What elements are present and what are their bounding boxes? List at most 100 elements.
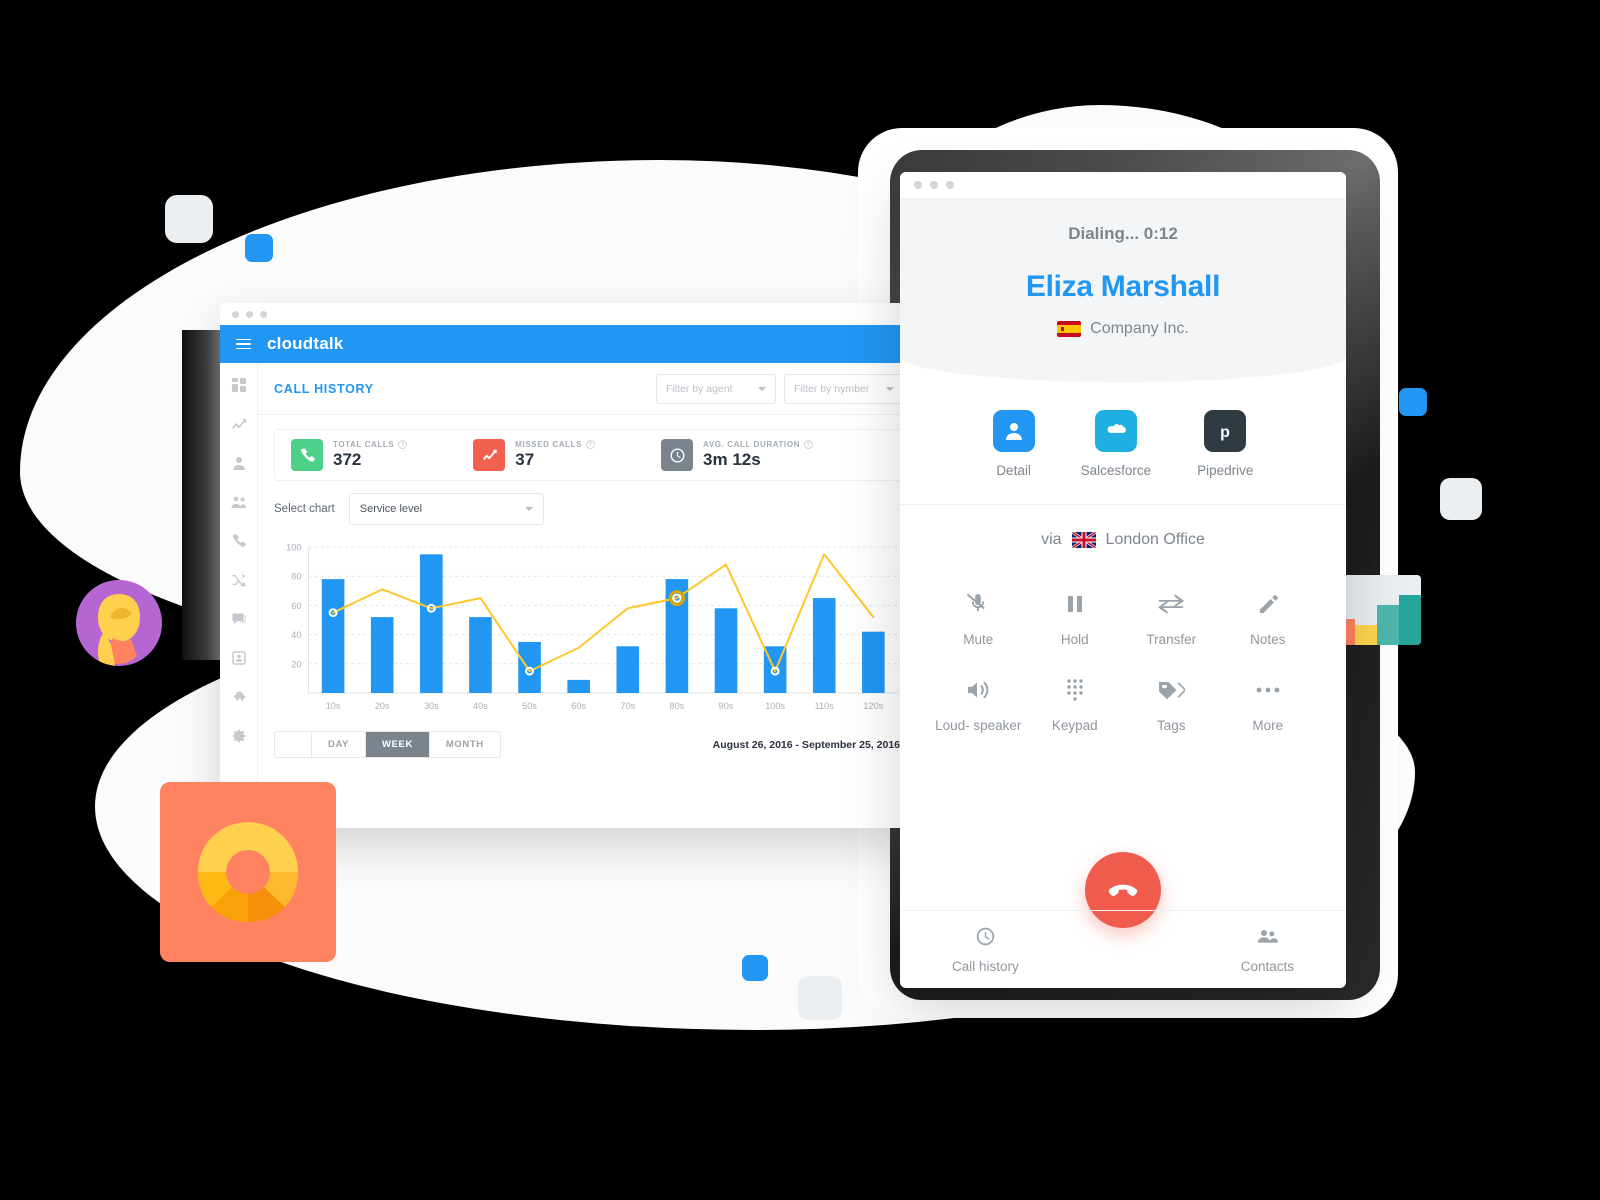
control-loudspeaker[interactable]: Loud- speaker (930, 675, 1027, 735)
chart-card: Select chart Service level 20 40 60 80 100 (274, 493, 904, 758)
range-tab-month[interactable]: MONTH (429, 732, 500, 757)
window-maximize-dot[interactable] (260, 310, 267, 318)
control-more[interactable]: More (1220, 675, 1317, 735)
via-number[interactable]: London Office (1106, 531, 1205, 549)
window-minimize-dot[interactable] (930, 181, 938, 189)
phone-icon (291, 439, 323, 471)
select-chart-label: Select chart (274, 503, 335, 515)
stats-card: TOTAL CALLS? 372 MISSED CALLS? 37 AVG. C… (274, 429, 904, 481)
chart-bar (567, 679, 590, 693)
decor-square-blue-2 (1399, 388, 1427, 416)
chart-line-series (332, 553, 875, 673)
via-label: via (1041, 531, 1062, 548)
window-titlebar (220, 303, 920, 325)
integration-detail[interactable]: Detail (992, 410, 1035, 478)
control-keypad[interactable]: Keypad (1027, 675, 1124, 735)
integration-salesforce[interactable]: Salcesforce (1081, 410, 1151, 478)
window-maximize-dot[interactable] (946, 181, 954, 189)
chart-x-tick: 40s (473, 701, 488, 711)
donut-chart-icon (197, 822, 299, 923)
chart-bar (714, 608, 738, 693)
control-tags[interactable]: Tags (1123, 675, 1220, 735)
date-range-label[interactable]: August 26, 2016 - September 25, 2016 (713, 739, 904, 751)
footer-call-history-label: Call history (952, 958, 1019, 974)
stat-missed-calls: MISSED CALLS? 37 (473, 439, 596, 471)
range-tab-blank[interactable] (275, 732, 312, 757)
svg-text:p: p (1220, 424, 1230, 441)
window-minimize-dot[interactable] (246, 310, 253, 318)
help-icon[interactable]: ? (586, 440, 596, 449)
chart-bars (321, 554, 885, 693)
mini-bar-2 (1355, 625, 1377, 645)
agents-group-icon[interactable] (231, 494, 247, 510)
stat-missed-calls-value: 37 (515, 450, 535, 469)
integration-buttons: Detail Salcesforce p Pipedrive (900, 382, 1346, 505)
chart-gridlines (308, 546, 898, 694)
control-more-label: More (1252, 718, 1284, 734)
range-tab-week[interactable]: WEEK (366, 732, 430, 757)
dashboard-grid-icon[interactable] (231, 377, 247, 393)
service-level-chart: 20406080100 10s 20s 30s 40s 50s 60s 70s 80s 90s 1… (286, 543, 898, 711)
chart-x-tick: 70s (620, 701, 635, 711)
salesforce-cloud-icon (1094, 410, 1137, 452)
chart-x-tick: 110s (815, 701, 835, 711)
control-notes[interactable]: Notes (1220, 589, 1317, 649)
decor-square-blue-3 (742, 955, 768, 981)
window-close-dot[interactable] (914, 181, 922, 189)
stat-missed-calls-label: MISSED CALLS (515, 440, 583, 449)
window-close-dot[interactable] (232, 310, 239, 318)
integration-pipedrive-label: Pipedrive (1197, 463, 1254, 478)
control-loudspeaker-label: Loud- speaker (935, 718, 1022, 734)
hamburger-icon[interactable] (236, 338, 251, 350)
filter-by-agent-placeholder: Filter by agent (666, 382, 733, 395)
decor-square-gray-2 (1440, 478, 1482, 520)
contact-company: Company Inc. (1090, 320, 1189, 337)
chart-x-tick: 80s (670, 701, 685, 711)
chart-plot-area: 20 40 60 80 100 10s 20s 30s 40s 50s 60s 70s 80s 90s 1… (274, 539, 904, 719)
spain-flag-icon (1057, 321, 1082, 337)
tags-icon (1123, 675, 1220, 705)
dashboard-body: CALL HISTORY Filter by agent Filter by n… (220, 363, 920, 828)
puzzle-integrations-icon[interactable] (231, 689, 247, 705)
app-topbar: cloudtalk (220, 325, 920, 363)
stat-avg-duration-value: 3m 12s (703, 450, 761, 469)
via-row: via London Office (900, 505, 1346, 549)
mini-bar-3 (1377, 605, 1399, 645)
contact-card-icon[interactable] (231, 650, 247, 666)
contact-detail-icon (992, 410, 1035, 452)
svg-text:80: 80 (291, 572, 301, 582)
chart-x-axis-labels: 10s 20s 30s 40s 50s 60s 70s 80s 90s 100s 110s 120s (326, 701, 884, 711)
chart-x-tick: 10s (326, 701, 341, 711)
range-tab-day[interactable]: DAY (312, 732, 366, 757)
chart-type-select[interactable]: Service level (348, 493, 544, 525)
control-transfer[interactable]: Transfer (1123, 589, 1220, 649)
integration-pipedrive[interactable]: p Pipedrive (1197, 410, 1253, 478)
chart-x-tick: 20s (375, 701, 390, 711)
chat-bubble-icon[interactable] (231, 611, 247, 627)
footer-contacts[interactable]: Contacts (1241, 926, 1294, 974)
contacts-people-icon (1241, 926, 1294, 952)
svg-text:40: 40 (291, 630, 301, 640)
contact-name: Eliza Marshall (1025, 270, 1221, 303)
avatar-woman (76, 580, 162, 666)
analytics-trend-icon[interactable] (231, 416, 247, 432)
control-hold[interactable]: Hold (1027, 589, 1124, 649)
help-icon[interactable]: ? (398, 440, 408, 449)
filter-by-number[interactable]: Filter by nymber (784, 373, 904, 404)
agent-person-icon[interactable] (231, 455, 247, 471)
filter-by-number-placeholder: Filter by nymber (794, 382, 870, 395)
filter-by-agent[interactable]: Filter by agent (656, 373, 776, 404)
chart-bar (862, 631, 885, 693)
chart-x-tick: 100s (765, 701, 785, 711)
contact-company-row: Company Inc. (900, 320, 1346, 338)
gear-settings-icon[interactable] (231, 728, 247, 744)
phone-icon[interactable] (231, 533, 247, 549)
chart-footer: DAY WEEK MONTH August 26, 2016 - Septemb… (274, 731, 904, 758)
routing-shuffle-icon[interactable] (231, 572, 247, 588)
control-mute[interactable]: Mute (930, 589, 1027, 649)
footer-call-history[interactable]: Call history (952, 926, 1019, 974)
help-icon[interactable]: ? (804, 440, 814, 449)
stat-total-calls: TOTAL CALLS? 372 (291, 439, 408, 471)
control-notes-label: Notes (1250, 632, 1286, 647)
dashboard-main: CALL HISTORY Filter by agent Filter by n… (258, 363, 920, 828)
